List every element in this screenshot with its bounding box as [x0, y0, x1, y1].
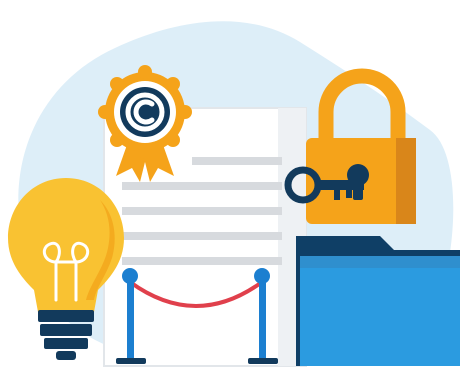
stanchion-left [127, 282, 134, 362]
document-line [122, 182, 282, 190]
ip-protection-illustration [0, 0, 460, 371]
document-line [122, 257, 282, 265]
document-line [192, 157, 282, 165]
stanchion-right [259, 282, 266, 362]
document-line [122, 232, 282, 240]
folder-icon [296, 236, 460, 366]
document-line [122, 207, 282, 215]
